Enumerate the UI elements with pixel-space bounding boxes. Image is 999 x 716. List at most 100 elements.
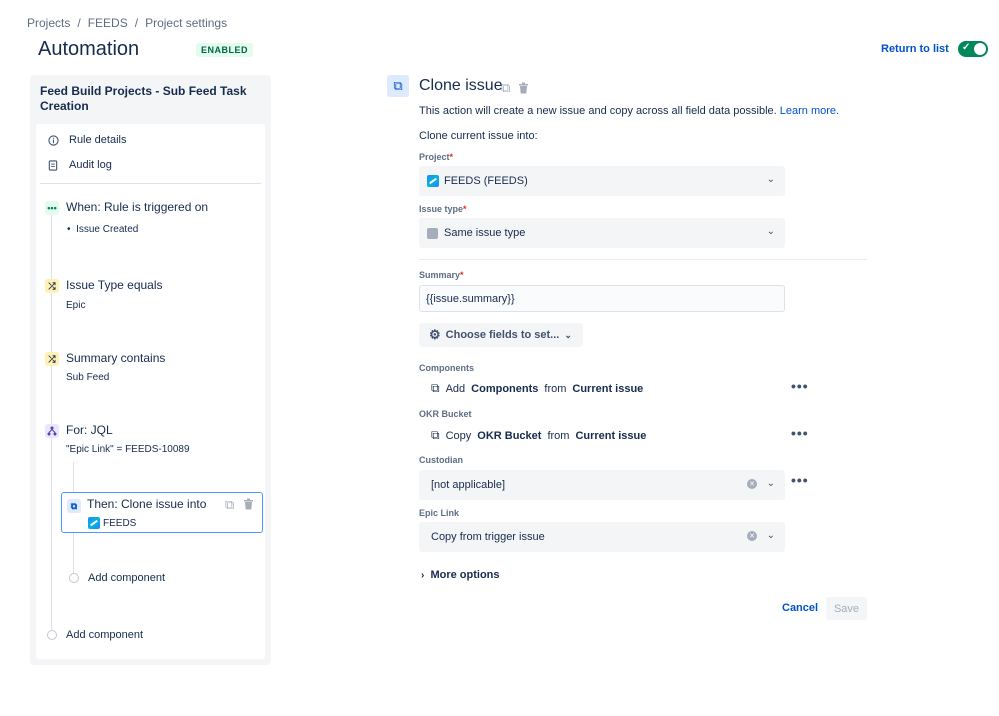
copy-icon: ⧉: [431, 381, 440, 395]
page-title: Automation: [38, 38, 140, 60]
check-icon: ✓: [962, 42, 971, 53]
okr-source: Current issue: [575, 429, 647, 442]
copy-icon: ⧉: [67, 499, 81, 513]
chevron-down-icon: ⌄: [766, 530, 775, 541]
duplicate-icon[interactable]: ⧉: [501, 80, 510, 96]
more-actions-icon[interactable]: •••: [791, 378, 809, 394]
components-label: Components: [419, 363, 474, 373]
rule-enabled-toggle[interactable]: ✓: [958, 41, 988, 57]
add-component-label: Add component: [88, 572, 166, 584]
divider: [40, 183, 261, 184]
trigger-title: When: Rule is triggered on: [66, 200, 209, 214]
toggle-knob: [974, 43, 986, 55]
custodian-select[interactable]: [not applicable] ✕ ⌄: [419, 470, 785, 500]
condition-detail: Sub Feed: [66, 372, 110, 383]
sidebar-item-rule-details[interactable]: Rule details: [46, 133, 126, 147]
action-description: This action will create a new issue and …: [419, 105, 839, 117]
condition-title: Summary contains: [66, 351, 166, 365]
clear-icon[interactable]: ✕: [747, 479, 757, 489]
issue-type-icon: [427, 227, 438, 239]
breadcrumb-projects[interactable]: Projects: [27, 16, 70, 30]
rule-name: Feed Build Projects - Sub Feed Task Crea…: [40, 84, 247, 113]
add-node-circle: [47, 630, 57, 640]
branch-detail: "Epic Link" = FEEDS-10089: [66, 444, 190, 455]
action-step-clone-issue[interactable]: ⧉ Then: Clone issue into FEEDS ⧉: [61, 492, 263, 533]
okr-from: from: [547, 429, 570, 442]
trigger-icon: •••: [45, 201, 59, 215]
clone-issue-icon: ⧉: [387, 75, 409, 97]
components-prefix: Add: [445, 382, 466, 395]
action-title: Then: Clone issue into: [87, 497, 207, 511]
feeds-project-icon: [427, 175, 439, 187]
bullet: •: [67, 224, 77, 235]
components-field-row[interactable]: ⧉ Add Components from Current issue: [431, 381, 643, 396]
okr-prefix: Copy: [445, 429, 472, 442]
branch-title: For: JQL: [66, 423, 113, 437]
issue-type-select[interactable]: Same issue type ⌄: [419, 218, 785, 248]
chevron-down-icon: ⌄: [766, 478, 775, 489]
breadcrumb-separator: /: [134, 16, 139, 30]
custodian-label: Custodian: [419, 455, 463, 465]
feeds-project-icon: [88, 516, 100, 534]
shuffle-icon: ⤮: [45, 352, 59, 366]
okr-bucket-field-row[interactable]: ⧉ Copy OKR Bucket from Current issue: [431, 428, 646, 443]
sidebar-item-label: Rule details: [69, 134, 127, 146]
summary-input[interactable]: {{issue.summary}}: [419, 285, 785, 312]
summary-label-text: Summary: [419, 270, 461, 280]
more-actions-icon[interactable]: •••: [791, 425, 809, 441]
project-value: FEEDS (FEEDS): [444, 175, 528, 187]
required-marker: *: [463, 204, 467, 214]
sidebar-item-audit-log[interactable]: Audit log: [46, 158, 112, 172]
required-marker: *: [449, 152, 454, 162]
clear-icon[interactable]: ✕: [747, 531, 757, 541]
action-detail: FEEDS: [103, 518, 137, 529]
delete-icon[interactable]: [243, 497, 254, 515]
condition-title: Issue Type equals: [66, 278, 163, 292]
branch-icon: [45, 424, 59, 438]
condition-detail: Epic: [66, 300, 86, 311]
choose-fields-button[interactable]: ⚙ Choose fields to set... ⌄: [419, 323, 583, 347]
return-to-list-link[interactable]: Return to list: [881, 43, 949, 55]
epic-link-label: Epic Link: [419, 508, 460, 518]
components-field: Components: [471, 382, 539, 395]
more-options-label: More options: [430, 569, 500, 581]
trigger-detail: • Issue Created: [67, 224, 138, 235]
issue-type-label-text: Issue type: [419, 204, 464, 214]
cancel-button[interactable]: Cancel: [782, 602, 818, 614]
description-text: This action will create a new issue and …: [419, 105, 777, 117]
chevron-right-icon: ›: [421, 570, 425, 581]
okr-field: OKR Bucket: [477, 429, 542, 442]
components-from: from: [544, 382, 567, 395]
divider: [419, 259, 867, 260]
action-heading: Clone issue: [419, 77, 503, 94]
project-label-text: Project: [419, 152, 450, 162]
required-marker: *: [460, 270, 464, 280]
trigger-detail-text: Issue Created: [76, 224, 139, 235]
copy-icon: ⧉: [431, 428, 440, 442]
project-select[interactable]: FEEDS (FEEDS) ⌄: [419, 166, 785, 196]
summary-label: Summary*: [419, 270, 464, 280]
gear-icon: ⚙: [429, 327, 441, 342]
issue-type-value: Same issue type: [444, 227, 526, 239]
components-source: Current issue: [572, 382, 644, 395]
breadcrumb-feeds[interactable]: FEEDS: [88, 16, 128, 30]
choose-fields-label: Choose fields to set...: [445, 329, 560, 341]
more-options-toggle[interactable]: › More options: [421, 569, 500, 581]
breadcrumb-separator: /: [77, 16, 81, 30]
custodian-value: [not applicable]: [431, 479, 505, 491]
save-button[interactable]: Save: [826, 597, 867, 620]
epic-link-value: Copy from trigger issue: [431, 531, 545, 543]
breadcrumb-project-settings[interactable]: Project settings: [145, 16, 227, 30]
clone-into-label: Clone current issue into:: [419, 130, 538, 142]
delete-icon[interactable]: [518, 81, 529, 99]
epic-link-select[interactable]: Copy from trigger issue ✕ ⌄: [419, 522, 785, 552]
breadcrumb: Projects / FEEDS / Project settings: [27, 16, 227, 30]
chevron-down-icon: ⌄: [766, 174, 775, 185]
more-actions-icon[interactable]: •••: [791, 472, 809, 488]
issue-type-label: Issue type*: [419, 204, 467, 214]
duplicate-icon[interactable]: ⧉: [225, 497, 234, 513]
add-component-label: Add component: [66, 629, 144, 641]
learn-more-link[interactable]: Learn more.: [780, 105, 839, 117]
info-icon: [46, 133, 60, 147]
status-badge: ENABLED: [196, 43, 254, 57]
